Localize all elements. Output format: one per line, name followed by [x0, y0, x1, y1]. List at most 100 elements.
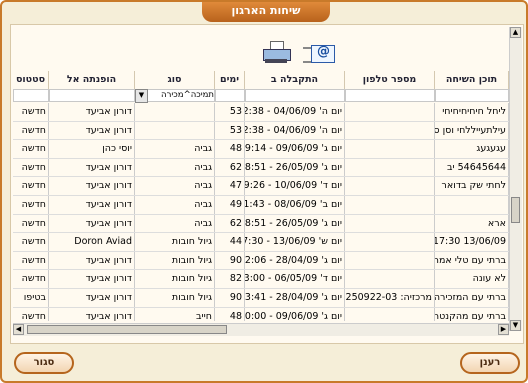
- cell-phone: [345, 233, 435, 251]
- column-header-assigned[interactable]: הופנתה אל: [49, 71, 135, 89]
- table-row[interactable]: חדשה דורון אביעד גיול חובות 82 יום ד' 06/05/…: [13, 270, 509, 289]
- table-row[interactable]: חדשהדורון אביעדגביה49יום ב' 08/06/09 - 1…: [13, 195, 509, 215]
- cell-status: חדשה: [13, 307, 49, 321]
- cell-received: יום ש' 13/06/09 - 17:30: [245, 233, 345, 251]
- column-header-days[interactable]: ימים: [215, 71, 245, 89]
- cell-content: לחתי שק בדואר: [435, 177, 509, 195]
- cell-assigned: דורון אביעד: [49, 288, 135, 307]
- cell-days: 49: [215, 195, 245, 214]
- column-header-phone[interactable]: מספר טלפון: [345, 71, 435, 89]
- cell-phone: [345, 140, 435, 158]
- scroll-left-icon[interactable]: ◀: [13, 324, 24, 335]
- filter-received[interactable]: [245, 89, 345, 102]
- horizontal-scrollbar[interactable]: ◀ ▶: [13, 323, 509, 336]
- cell-type: גיול חובות: [135, 233, 215, 251]
- table-row[interactable]: חדשהדורון אביעד 53יום ה' 04/06/09 - 12:38…: [13, 103, 509, 122]
- filter-days[interactable]: [215, 89, 245, 102]
- cell-received: יום ד' 06/05/09 - 13:00: [245, 270, 345, 288]
- scroll-right-icon[interactable]: ▶: [498, 324, 509, 335]
- table-row[interactable]: חדשהיוסי כהןגביה48יום ג' 09/06/09 - 09:1…: [13, 140, 509, 159]
- cell-assigned: דורון אביעד: [49, 121, 135, 140]
- table-row[interactable]: חדשהדורון אביעדגביה62יום ג' 26/05/09 - 0…: [13, 158, 509, 178]
- table-row[interactable]: חדשהדורון אביעד 53יום ה' 04/06/09 - 12:38…: [13, 121, 509, 141]
- cell-status: בטיפו: [13, 288, 49, 307]
- filter-assigned[interactable]: [49, 89, 135, 102]
- cell-assigned: דורון אביעד: [49, 307, 135, 321]
- column-header-received[interactable]: התקבלה ב: [245, 71, 345, 89]
- cell-content: עגעגעג: [435, 140, 509, 158]
- scroll-up-icon[interactable]: ▲: [510, 27, 521, 38]
- cell-status: חדשה: [13, 233, 49, 251]
- table-row[interactable]: בטיפו דורון אביעד גיול חובות 90 יום ג' 28/04…: [13, 288, 509, 308]
- table-body: חדשהדורון אביעד53יום ה' 04/06/09 - 12:38…: [13, 103, 509, 321]
- window-title: שיחות הארגון: [202, 2, 330, 22]
- filter-status[interactable]: [13, 89, 49, 102]
- cell-type: גיול חובות: [135, 288, 215, 307]
- column-header-status[interactable]: סטטוס: [13, 71, 49, 89]
- cell-content: 54645644 יב: [435, 158, 509, 177]
- cell-content: [435, 195, 509, 214]
- cell-phone: [345, 158, 435, 177]
- table-row[interactable]: חדשה Doron Aviad גיול חובות 44 יום ש' 13/06/…: [13, 233, 509, 252]
- cell-type: גיול חובות: [135, 270, 215, 288]
- cell-days: 44: [215, 233, 245, 251]
- cell-content: לא עונה: [435, 270, 509, 288]
- hscroll-thumb[interactable]: [27, 325, 227, 334]
- cell-type: גיול חובות: [135, 251, 215, 270]
- cell-status: חדשה: [13, 195, 49, 214]
- cell-phone: [345, 214, 435, 233]
- email-icon[interactable]: @: [303, 39, 335, 65]
- cell-days: 90: [215, 288, 245, 307]
- cell-type: גביה: [135, 195, 215, 214]
- column-header-content[interactable]: תוכן השיחה: [435, 71, 509, 89]
- table-row[interactable]: חדשהדורון אביעדגביה47יום ד' 10/06/09 - 0…: [13, 177, 509, 196]
- cell-phone: [345, 177, 435, 195]
- cell-status: חדשה: [13, 270, 49, 288]
- filter-phone[interactable]: [345, 89, 435, 102]
- cell-phone: [345, 270, 435, 288]
- cell-received: יום ד' 10/06/09 - 09:26: [245, 177, 345, 195]
- cell-phone: [345, 251, 435, 270]
- cell-phone: [345, 121, 435, 140]
- cell-received: יום ה' 04/06/09 - 12:38: [245, 103, 345, 121]
- cell-received: יום ג' 09/06/09 - 09:14: [245, 140, 345, 158]
- table-row[interactable]: חדשהדורון אביעדגביה62יום ג' 26/05/09 - 0…: [13, 214, 509, 234]
- cell-days: 62: [215, 158, 245, 177]
- cell-content: עילתעייללחי וסן סוטסוטי: [435, 121, 509, 140]
- chevron-down-icon[interactable]: ▼: [135, 89, 148, 103]
- cell-status: חדשה: [13, 121, 49, 140]
- printer-icon[interactable]: [261, 39, 291, 65]
- scroll-thumb[interactable]: [511, 197, 520, 223]
- cell-status: חדשה: [13, 103, 49, 121]
- table-row[interactable]: חדשהדורון אביעדחייב48יום ג' 09/06/09 - 1…: [13, 307, 509, 321]
- vertical-scrollbar[interactable]: ▲ ▼: [509, 27, 522, 331]
- filter-row: תמיכה^מכירה: [13, 89, 509, 102]
- cell-days: 62: [215, 214, 245, 233]
- cell-type: [135, 121, 215, 140]
- cell-days: 53: [215, 121, 245, 140]
- cell-days: 82: [215, 270, 245, 288]
- cell-status: חדשה: [13, 177, 49, 195]
- scroll-down-icon[interactable]: ▼: [510, 320, 521, 331]
- cell-content: ברתי עם המזכירה מ: [435, 288, 509, 307]
- cell-status: חדשה: [13, 251, 49, 270]
- cell-status: חדשה: [13, 140, 49, 158]
- cell-content: ארא: [435, 214, 509, 233]
- filter-content[interactable]: [435, 89, 509, 102]
- cell-status: חדשה: [13, 158, 49, 177]
- close-button[interactable]: סגור: [14, 352, 74, 374]
- cell-assigned: דורון אביעד: [49, 103, 135, 121]
- cell-assigned: דורון אביעד: [49, 195, 135, 214]
- column-header-type[interactable]: סוג: [135, 71, 215, 89]
- refresh-button[interactable]: רענן: [460, 352, 520, 374]
- main-panel: @ סטטוס הופנתה אל סוג ימים התקבלה ב מספר…: [10, 24, 524, 344]
- table-row[interactable]: חדשה דורון אביעד גיול חובות 90 יום ג' 28/04/…: [13, 251, 509, 271]
- cell-received: יום ג' 26/05/09 - 08:51: [245, 214, 345, 233]
- cell-type: גביה: [135, 214, 215, 233]
- cell-assigned: דורון אביעד: [49, 251, 135, 270]
- cell-content: 13/06/09 17:30 ]==: [435, 233, 509, 251]
- cell-phone: מרכזיה: 5250922-03: [345, 288, 435, 307]
- cell-days: 90: [215, 251, 245, 270]
- cell-type: גביה: [135, 158, 215, 177]
- cell-received: יום ג' 28/04/09 - 13:41: [245, 288, 345, 307]
